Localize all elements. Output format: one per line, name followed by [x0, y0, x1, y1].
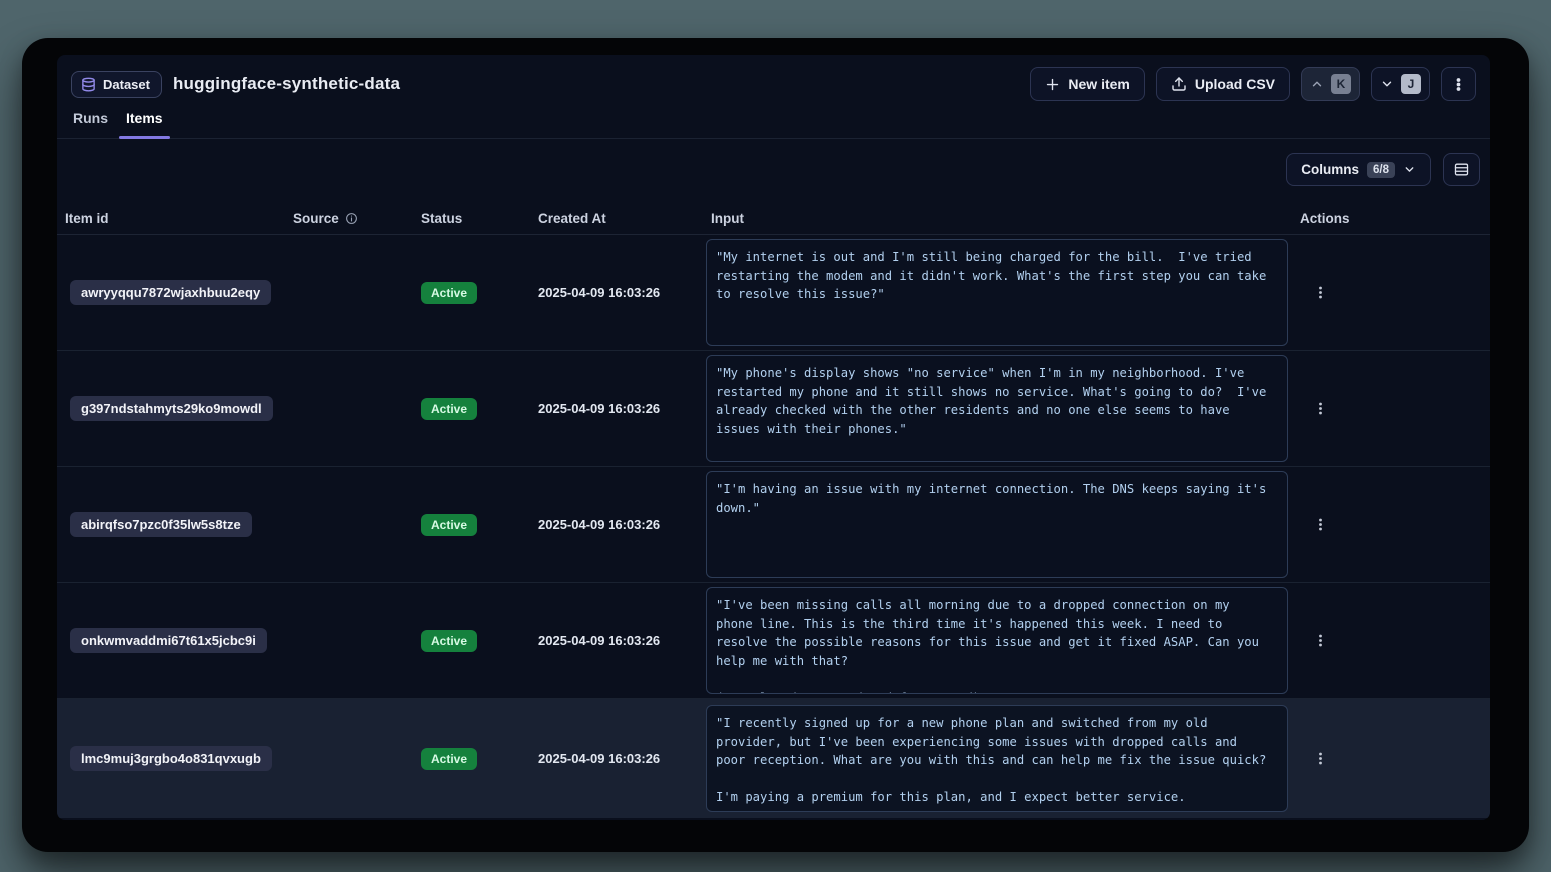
input-cell[interactable]: "I've been missing calls all morning due… [706, 587, 1288, 694]
column-header-actions: Actions [1300, 211, 1490, 226]
table-row[interactable]: abirqfso7pzc0f35lw5s8tze Active 2025-04-… [57, 467, 1490, 583]
item-id-pill[interactable]: onkwmvaddmi67t61x5jcbc9i [70, 628, 267, 653]
page-title: huggingface-synthetic-data [173, 74, 400, 94]
previous-item-button[interactable]: K [1301, 67, 1360, 101]
next-item-button[interactable]: J [1371, 67, 1430, 101]
info-icon [345, 212, 358, 225]
input-text: "I recently signed up for a new phone pl… [707, 706, 1287, 812]
column-header-source[interactable]: Source [293, 211, 339, 226]
table-row[interactable]: awryyqqu7872wjaxhbuu2eqy Active 2025-04-… [57, 235, 1490, 351]
created-at-value: 2025-04-09 16:03:26 [538, 633, 706, 648]
kebab-icon [1313, 751, 1328, 766]
kebab-icon [1313, 401, 1328, 416]
input-cell[interactable]: "My internet is out and I'm still being … [706, 239, 1288, 346]
row-actions-button[interactable] [1306, 627, 1334, 655]
created-at-value: 2025-04-09 16:03:26 [538, 517, 706, 532]
column-header-created-at[interactable]: Created At [538, 211, 706, 226]
upload-csv-button[interactable]: Upload CSV [1156, 67, 1290, 101]
columns-dropdown[interactable]: Columns 6/8 [1286, 153, 1431, 186]
created-at-value: 2025-04-09 16:03:26 [538, 751, 706, 766]
table-header-row: Item id Source Status Created At Input A… [57, 203, 1490, 235]
created-at-value: 2025-04-09 16:03:26 [538, 401, 706, 416]
row-actions-button[interactable] [1306, 279, 1334, 307]
column-header-status[interactable]: Status [421, 211, 538, 226]
input-cell[interactable]: "I'm having an issue with my internet co… [706, 471, 1288, 578]
input-text: "My internet is out and I'm still being … [707, 240, 1287, 312]
database-icon [81, 77, 96, 92]
input-cell[interactable]: "I recently signed up for a new phone pl… [706, 705, 1288, 812]
input-cell[interactable]: "My phone's display shows "no service" w… [706, 355, 1288, 462]
input-text: "I've been missing calls all morning due… [707, 588, 1287, 694]
dataset-panel: Dataset huggingface-synthetic-data New i… [57, 55, 1490, 820]
table-body: awryyqqu7872wjaxhbuu2eqy Active 2025-04-… [57, 235, 1490, 818]
row-actions-button[interactable] [1306, 745, 1334, 773]
rows-icon [1453, 161, 1470, 178]
status-badge: Active [421, 748, 477, 770]
chevron-down-icon [1403, 163, 1416, 176]
dataset-badge-label: Dataset [103, 77, 150, 92]
column-header-input[interactable]: Input [706, 211, 1300, 226]
input-text: "I'm having an issue with my internet co… [707, 472, 1287, 525]
chevron-up-icon [1310, 77, 1324, 91]
kebab-icon [1313, 517, 1328, 532]
status-badge: Active [421, 514, 477, 536]
row-actions-button[interactable] [1306, 511, 1334, 539]
row-density-button[interactable] [1443, 153, 1480, 186]
chevron-down-icon [1380, 77, 1394, 91]
table-row[interactable]: g397ndstahmyts29ko9mowdl Active 2025-04-… [57, 351, 1490, 467]
kebab-icon [1313, 633, 1328, 648]
upload-icon [1171, 76, 1187, 92]
plus-icon [1045, 77, 1060, 92]
kebab-icon [1451, 77, 1466, 92]
tab-bar: Runs Items [57, 110, 1490, 139]
status-badge: Active [421, 282, 477, 304]
upload-csv-label: Upload CSV [1195, 76, 1275, 92]
item-id-pill[interactable]: awryyqqu7872wjaxhbuu2eqy [70, 280, 271, 305]
item-id-pill[interactable]: abirqfso7pzc0f35lw5s8tze [70, 512, 252, 537]
row-actions-button[interactable] [1306, 395, 1334, 423]
status-badge: Active [421, 630, 477, 652]
item-id-pill[interactable]: lmc9muj3grgbo4o831qvxugb [70, 746, 272, 771]
panel-header: Dataset huggingface-synthetic-data New i… [57, 55, 1490, 139]
tab-items[interactable]: Items [126, 110, 163, 138]
table-row[interactable]: onkwmvaddmi67t61x5jcbc9i Active 2025-04-… [57, 583, 1490, 699]
columns-label: Columns [1301, 162, 1359, 177]
item-id-pill[interactable]: g397ndstahmyts29ko9mowdl [70, 396, 273, 421]
table-row[interactable]: lmc9muj3grgbo4o831qvxugb Active 2025-04-… [57, 699, 1490, 818]
column-header-item-id[interactable]: Item id [65, 211, 293, 226]
keyboard-key-k: K [1331, 74, 1351, 94]
status-badge: Active [421, 398, 477, 420]
input-text: "My phone's display shows "no service" w… [707, 356, 1287, 446]
table-toolbar: Columns 6/8 [57, 139, 1490, 203]
items-table: Item id Source Status Created At Input A… [57, 203, 1490, 818]
tab-runs[interactable]: Runs [73, 110, 108, 138]
columns-count-badge: 6/8 [1367, 162, 1395, 178]
new-item-label: New item [1068, 76, 1129, 92]
dataset-type-badge: Dataset [71, 71, 162, 98]
header-more-button[interactable] [1441, 67, 1476, 101]
created-at-value: 2025-04-09 16:03:26 [538, 285, 706, 300]
kebab-icon [1313, 285, 1328, 300]
keyboard-key-j: J [1401, 74, 1421, 94]
new-item-button[interactable]: New item [1030, 67, 1144, 101]
app-window: Dataset huggingface-synthetic-data New i… [22, 38, 1529, 852]
